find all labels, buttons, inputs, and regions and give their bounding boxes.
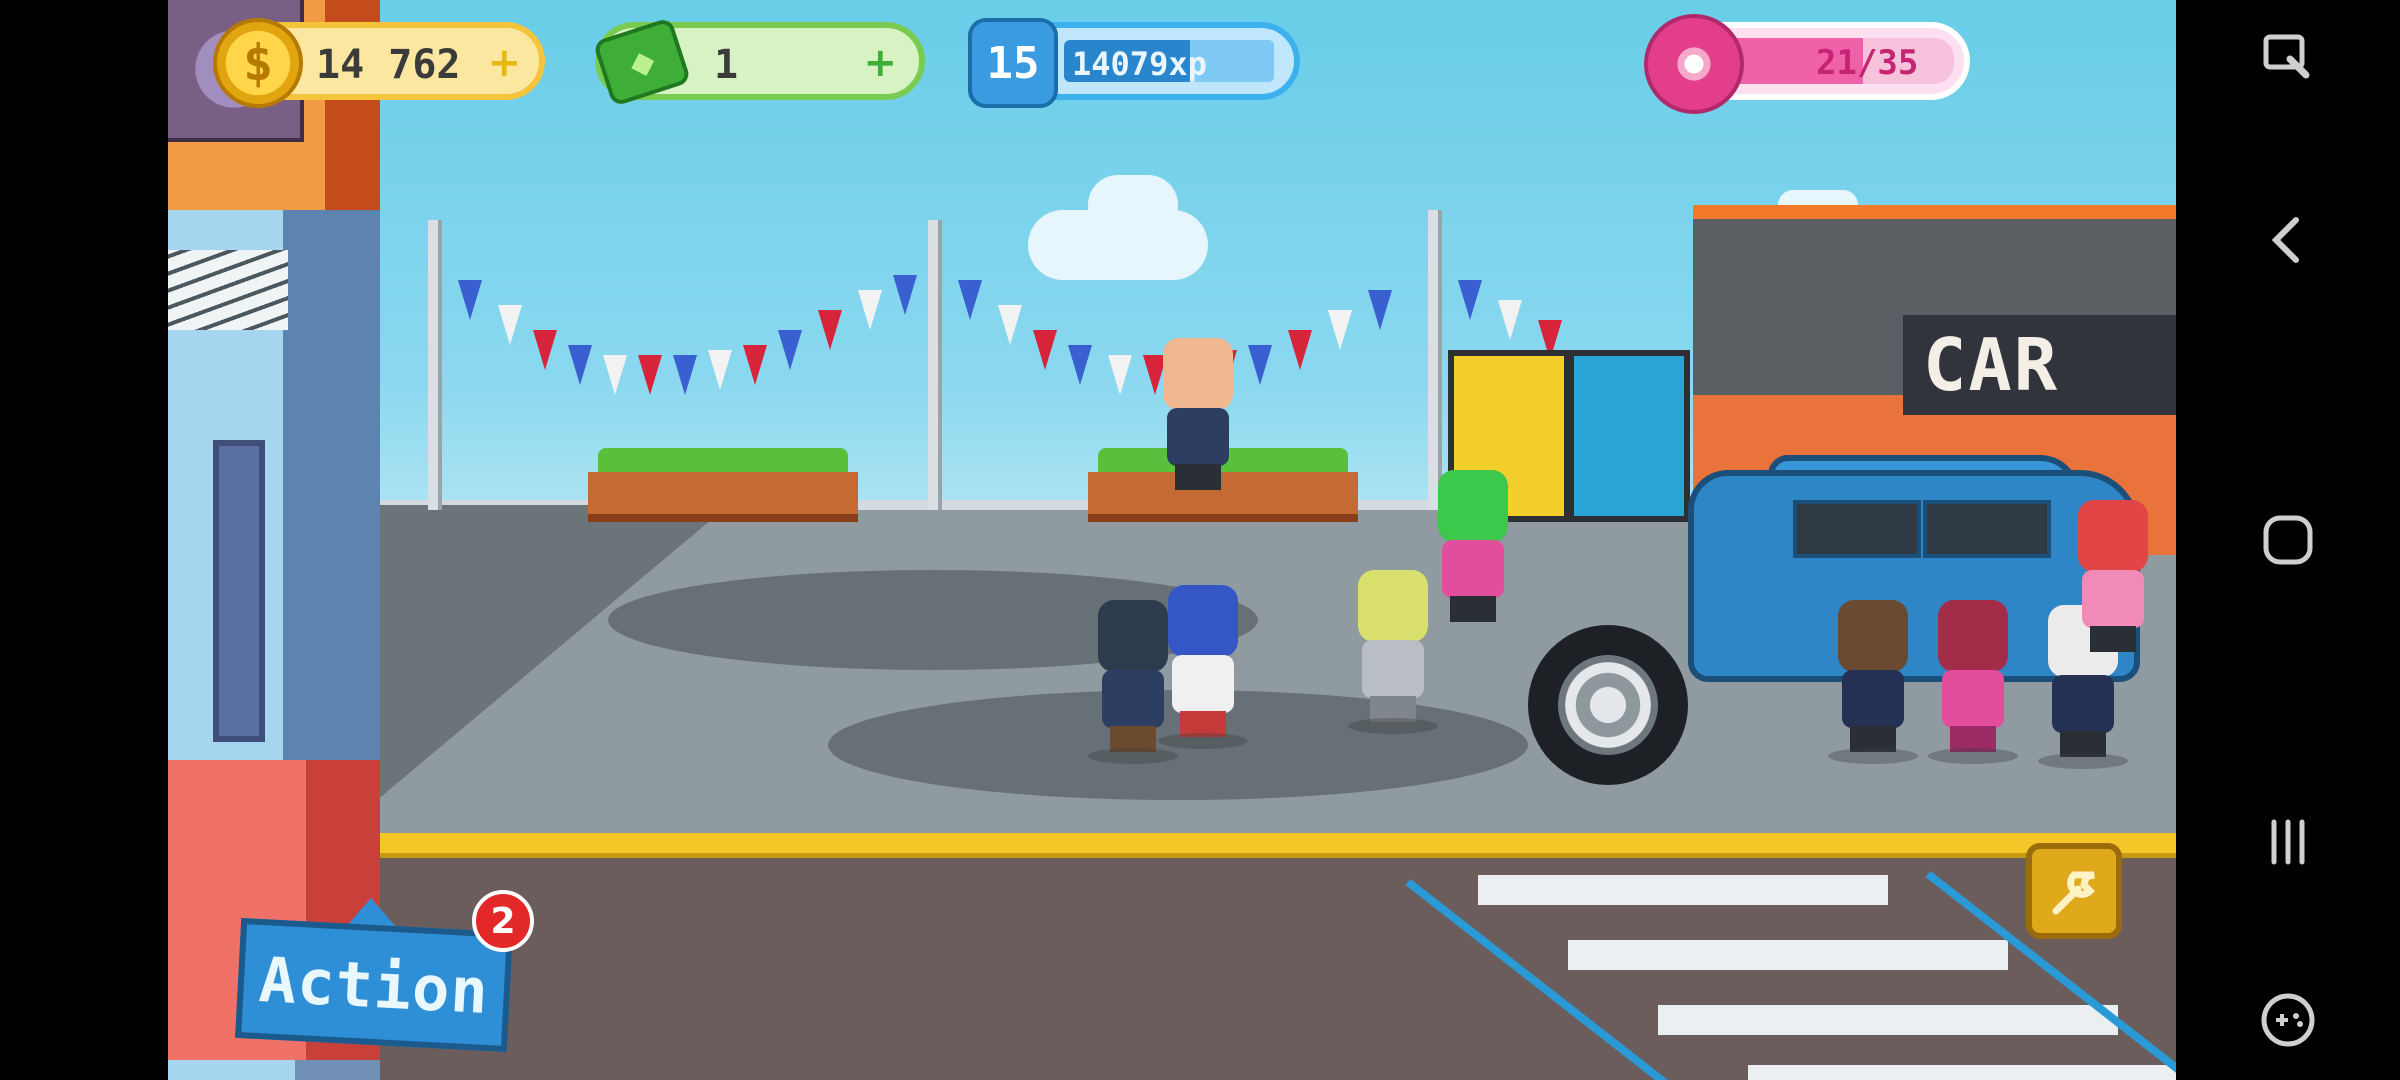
cloud (1088, 175, 1178, 235)
building-window (213, 440, 265, 742)
level-star-icon: 15 (968, 18, 1058, 108)
dollar-coin-icon: $ (213, 18, 303, 108)
ramp (380, 505, 720, 805)
home-icon[interactable] (2246, 498, 2330, 582)
crosswalk-stripe (1748, 1065, 2176, 1080)
add-cash-button[interactable]: + (863, 40, 897, 86)
coins-counter[interactable]: $ 14 762 + (213, 18, 545, 108)
flag-pole (928, 220, 942, 510)
vending-machine[interactable] (1568, 350, 1690, 522)
crosswalk-stripe (1658, 1005, 2118, 1035)
crosswalk-stripe (1478, 875, 1888, 905)
xp-value: 14079xp (1072, 45, 1207, 83)
build-mode-button[interactable] (2026, 843, 2122, 939)
wrench-icon (2052, 871, 2095, 915)
crosswalk-stripe (1568, 940, 2008, 970)
xp-counter[interactable]: 15 14079xp (968, 18, 1300, 108)
flag-pole (1428, 210, 1442, 510)
donut-icon (1644, 14, 1744, 114)
action-button[interactable]: Action (235, 917, 513, 1053)
planter (1088, 472, 1358, 522)
building-pillar (283, 210, 380, 810)
screenshot-pen-icon[interactable] (2246, 15, 2330, 99)
cash-value: 1 (713, 42, 739, 88)
building-awning (168, 250, 288, 330)
car-shop-sign[interactable]: CAR (1903, 315, 2176, 415)
system-nav-bar (2176, 0, 2400, 1080)
level-value: 15 (986, 37, 1040, 89)
recents-icon[interactable] (2246, 800, 2330, 884)
donut-value: 21/35 (1816, 43, 1919, 83)
planter-bushes (598, 448, 848, 472)
cash-counter[interactable]: ◆ 1 + (592, 16, 925, 108)
car-window (1923, 500, 2051, 558)
game-viewport[interactable]: CAR (168, 0, 2176, 1080)
car-window (1793, 500, 1921, 558)
gamepad-icon[interactable] (2246, 978, 2330, 1062)
sidewalk-curb (380, 833, 2176, 859)
flag-pole (428, 220, 442, 510)
planter (588, 472, 858, 522)
coins-value: 14 762 (316, 42, 461, 88)
car-wheel (1528, 625, 1688, 785)
add-coins-button[interactable]: + (487, 40, 521, 86)
screen: CAR $ 14 762 + ◆ 1 + 15 14079xp 21/35 Ac… (0, 0, 2400, 1080)
donut-counter[interactable]: 21/35 (1644, 14, 1970, 114)
action-badge: 2 (472, 890, 534, 952)
back-icon[interactable] (2246, 198, 2330, 282)
